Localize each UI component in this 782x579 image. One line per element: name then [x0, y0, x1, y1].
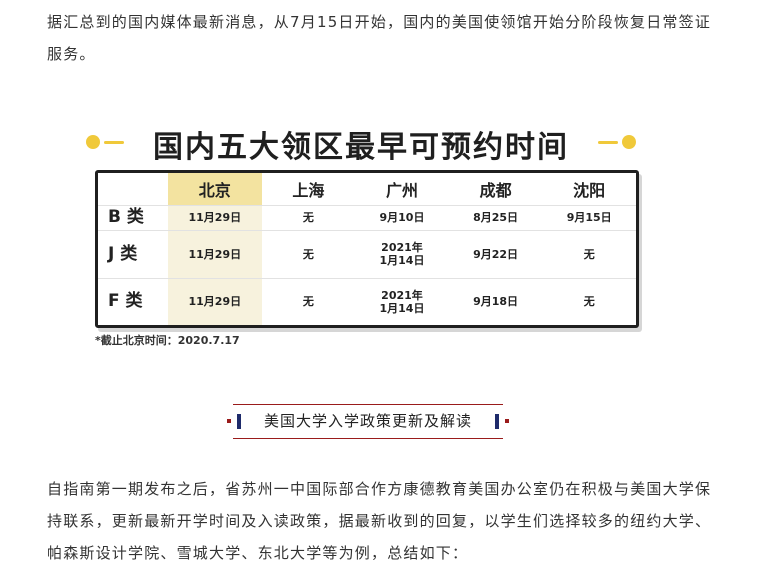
table-row: J 类 11月29日 无 2021年 1月14日 9月22日 无 [98, 230, 636, 279]
table-cell: 9月22日 [448, 230, 543, 279]
row-label-j: J 类 [98, 230, 168, 279]
table-header-shenyang: 沈阳 [542, 173, 636, 206]
table-cell: 9月18日 [473, 295, 519, 309]
heading-left-dot [227, 419, 231, 423]
table-cell: 11月29日 [168, 230, 262, 279]
table-header-chengdu: 成都 [448, 173, 543, 206]
table-cell: 2021年 1月14日 [355, 230, 449, 279]
table-row: B 类 11月29日 无 9月10日 8月25日 9月15日 [98, 205, 636, 231]
appointment-figure: 国内五大领区最早可预约时间 北京 上海 广州 成都 沈阳 B 类 11月29日 … [86, 120, 639, 352]
table-cell: 11月29日 [168, 278, 262, 325]
section-heading: 美国大学入学政策更新及解读 [263, 412, 472, 430]
table-cell: 无 [583, 295, 595, 309]
table-cell: 无 [542, 230, 636, 279]
table-header-row: 北京 上海 广州 成都 沈阳 [98, 173, 636, 206]
figure-title: 国内五大领区最早可预约时间 [153, 130, 569, 165]
figure-footnote: *截止北京时间：2020.7.17 [95, 334, 240, 347]
table-header-shanghai: 上海 [261, 173, 356, 206]
table-header-beijing: 北京 [168, 173, 262, 206]
row-label-b: B 类 [98, 205, 168, 231]
table-cell: 8月25日 [448, 205, 543, 231]
title-right-dot [622, 135, 636, 149]
heading-right-dot [505, 419, 509, 423]
table-header-cell [98, 173, 168, 206]
row-label-f: F 类 [108, 291, 143, 312]
heading-right-bar [495, 414, 499, 429]
table-cell: 9月10日 [355, 205, 449, 231]
table-cell: 无 [261, 205, 356, 231]
title-right-line [598, 141, 618, 144]
table-row: F 类 11月29日 无 2021年 1月14日 9月18日 无 [98, 278, 636, 325]
table-cell: 无 [302, 295, 314, 309]
section-heading-box: 美国大学入学政策更新及解读 [227, 404, 509, 439]
table-cell: 9月15日 [542, 205, 636, 231]
appointment-table: 北京 上海 广州 成都 沈阳 B 类 11月29日 无 9月10日 8月25日 … [95, 170, 639, 328]
intro-paragraph: 据汇总到的国内媒体最新消息，从7月15日开始，国内的美国使领馆开始分阶段恢复日常… [47, 13, 712, 63]
table-cell: 2021年 1月14日 [379, 288, 425, 315]
table-header-guangzhou: 广州 [355, 173, 449, 206]
body-paragraph: 自指南第一期发布之后，省苏州一中国际部合作方康德教育美国办公室仍在积极与美国大学… [47, 480, 712, 562]
table-cell: 无 [261, 230, 356, 279]
table-cell: 11月29日 [168, 205, 262, 231]
